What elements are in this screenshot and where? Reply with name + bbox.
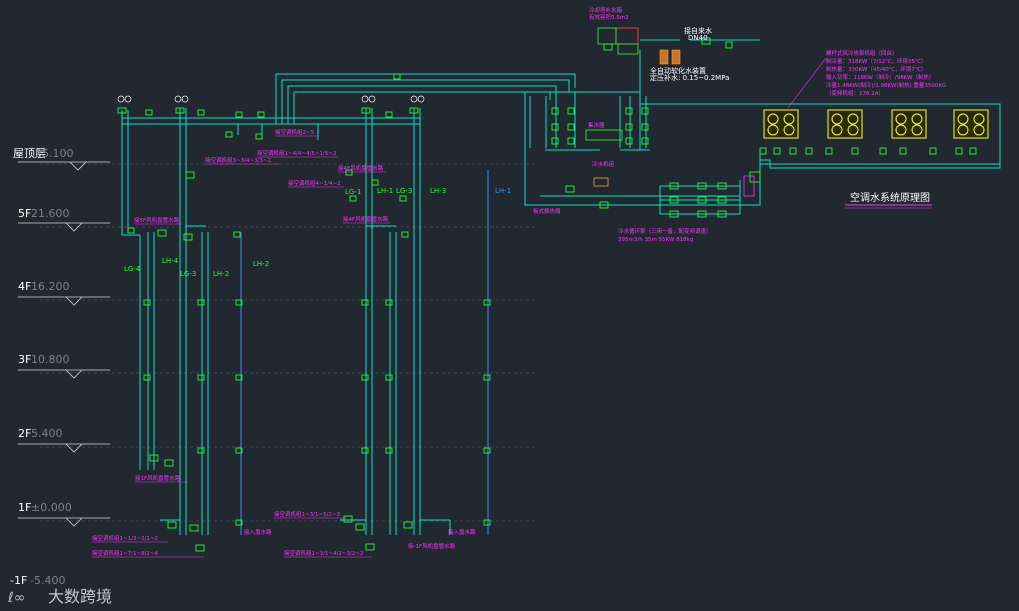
annotation: 冷却塔补水箱 — [589, 6, 623, 14]
title-text: 空调水系统原理图 — [850, 191, 930, 204]
floor-5f: 5F 21.600 — [18, 207, 110, 232]
riser-label: LG-4 — [124, 265, 141, 273]
annotation: 接入盘水路 — [244, 528, 272, 536]
air-vent-symbols — [117, 95, 425, 103]
spec-line: 输入功率：118KW（制冷）/98KW（制热） — [826, 73, 935, 81]
spec-line: 制热量：330KW（45/40℃，环境7℃） — [826, 65, 927, 73]
floor-roof: 屋顶层 25.100 — [13, 147, 110, 171]
floor-name: 1F — [18, 501, 31, 514]
annotation: 395m3/h 35m 55KW 818kg — [618, 237, 693, 243]
chiller-units — [763, 109, 989, 139]
floor-1f: 1F ±0.000 — [18, 501, 110, 527]
chiller-unit — [891, 109, 927, 139]
annotation: 接4F风机盘管水路 — [343, 215, 389, 223]
spec-line: 制冷量：318KW（7/12℃，环境35℃） — [826, 57, 927, 65]
riser-label: LH-2 — [213, 270, 229, 278]
spec-line: （变频机组：276.2A） — [826, 89, 884, 97]
riser-label: LH-1 — [377, 187, 393, 195]
watermark-logo-icon: ℓ∞ — [7, 590, 25, 606]
chiller-unit — [763, 109, 799, 139]
equipment-plant — [585, 27, 755, 197]
riser-label: LH-1 — [495, 187, 511, 195]
riser-label: LH-3 — [430, 187, 446, 195]
annotations-left: 接空调机组2~5 接空调机组1~4/4~4/5~1/5~2 接空调机组3~3/4… — [92, 128, 476, 558]
floor-3f: 3F 10.800 — [18, 353, 110, 379]
annotation: 接空调机组4~1/4~2 — [288, 179, 341, 187]
annotation: 冷水机组 — [592, 160, 615, 168]
annotation: 集水器 — [588, 121, 605, 129]
chiller-unit — [827, 109, 863, 139]
floor-b1: -1F -5.400 — [10, 574, 65, 587]
annotation: 有效容积0.5m2 — [589, 13, 629, 21]
floor-elev: 25.100 — [35, 147, 74, 160]
floor-name: 3F — [18, 353, 31, 366]
floor-2f: 2F 5.400 — [18, 427, 110, 453]
chiller-spec: 螺杆式风冷热泵机组（四台） 制冷量：318KW（7/12℃，环境35℃） 制热量… — [787, 49, 946, 109]
floor-elev: 10.800 — [31, 353, 70, 366]
floor-elev: -5.400 — [30, 574, 65, 587]
annotation: 接4F风机盘管水路 — [338, 164, 384, 172]
pipes-blue — [240, 170, 489, 535]
watermark-text: 大数跨境 — [48, 587, 112, 606]
annotation: 接5F风机盘管水路 — [134, 216, 180, 224]
annotation: 接空调机组2~5 — [275, 128, 315, 136]
riser-label: LG-3 — [180, 270, 196, 278]
annotation: 接-1F风机盘管水路 — [408, 542, 456, 550]
annotation: 板式换热器 — [533, 207, 561, 215]
annotation: 接空调机组1~3/1~4/2~3/2~2 — [284, 549, 364, 557]
floor-elev: 21.600 — [31, 207, 70, 220]
floor-elev: ±0.000 — [31, 501, 72, 514]
floor-name: 4F — [18, 280, 31, 293]
annotation: DN40 — [688, 34, 708, 42]
riser-label: LH-2 — [253, 260, 269, 268]
riser-label: LG-3 — [396, 187, 412, 195]
diagram-title: 空调水系统原理图 — [845, 191, 932, 209]
annotation: 接1F风机盘管水路 — [135, 474, 181, 482]
floor-lines — [40, 163, 535, 522]
annotation: 定压补水: 0.15~0.2MPa — [650, 73, 729, 82]
floor-name: 5F — [18, 207, 31, 220]
riser-label: LH-4 — [162, 257, 179, 265]
riser-label: LG-1 — [345, 188, 361, 196]
spec-line: 冷量1.48KW(制冷)/1.98KW(制热) 重量3500KG — [826, 81, 946, 89]
floor-name: 2F — [18, 427, 31, 440]
annotations-plant: 冷却塔补水箱 有效容积0.5m2 接自来水 DN40 全自动软化水装置 定压补水… — [533, 6, 729, 243]
annotation: 接空调机组1~4/4~4/5~1/5~2 — [257, 149, 337, 157]
annotation: 接入盘水路 — [448, 528, 476, 536]
annotation: 接空调机组1~1/2~2/1~2 — [92, 534, 158, 542]
floor-elev: 5.400 — [31, 427, 63, 440]
floor-elev: 16.200 — [31, 280, 70, 293]
annotation: 接空调机组1~7/1~8/2~4 — [92, 549, 159, 557]
chiller-unit — [953, 109, 989, 139]
spec-line: 螺杆式风冷热泵机组（四台） — [826, 49, 898, 57]
floor-name: -1F — [10, 574, 27, 587]
pipes-main — [121, 73, 576, 535]
watermark: ℓ∞ 大数跨境 — [7, 587, 112, 606]
riser-labels: LG-4 LH-4 LG-3 LH-2 LH-2 LG-1 LH-1 LG-3 … — [124, 187, 511, 278]
annotation: 接空调机组1~3/1~5/2~3 — [274, 510, 341, 518]
floor-4f: 4F 16.200 — [18, 280, 110, 306]
hvac-water-system-diagram: 屋顶层 25.100 5F 21.600 4F 16.200 3F 10.800… — [7, 6, 1001, 606]
annotation: 冷水循环泵（三用一备，配变频调速） — [618, 227, 712, 235]
